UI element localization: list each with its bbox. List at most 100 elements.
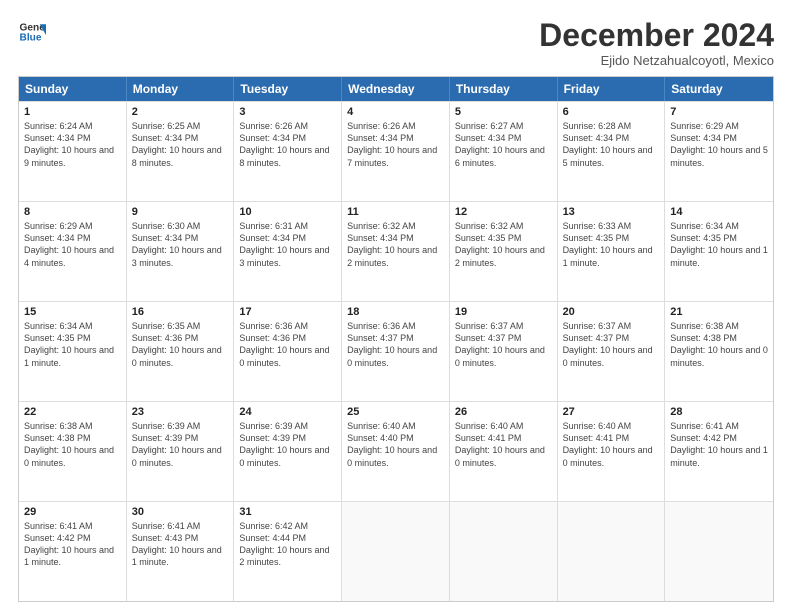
day-info: Sunrise: 6:34 AMSunset: 4:35 PMDaylight:…	[24, 320, 121, 369]
calendar: SundayMondayTuesdayWednesdayThursdayFrid…	[18, 76, 774, 602]
month-title: December 2024	[539, 18, 774, 53]
day-header-sunday: Sunday	[19, 77, 127, 101]
cal-cell: 12 Sunrise: 6:32 AMSunset: 4:35 PMDayligh…	[450, 202, 558, 301]
day-info: Sunrise: 6:40 AMSunset: 4:40 PMDaylight:…	[347, 420, 444, 469]
day-number: 22	[24, 406, 121, 418]
day-number: 8	[24, 206, 121, 218]
day-number: 5	[455, 106, 552, 118]
cal-cell: 6 Sunrise: 6:28 AMSunset: 4:34 PMDaylight…	[558, 102, 666, 201]
day-info: Sunrise: 6:38 AMSunset: 4:38 PMDaylight:…	[24, 420, 121, 469]
day-info: Sunrise: 6:41 AMSunset: 4:43 PMDaylight:…	[132, 520, 229, 569]
day-header-saturday: Saturday	[665, 77, 773, 101]
day-info: Sunrise: 6:32 AMSunset: 4:35 PMDaylight:…	[455, 220, 552, 269]
day-info: Sunrise: 6:40 AMSunset: 4:41 PMDaylight:…	[563, 420, 660, 469]
cal-cell: 4 Sunrise: 6:26 AMSunset: 4:34 PMDaylight…	[342, 102, 450, 201]
day-header-friday: Friday	[558, 77, 666, 101]
cal-cell: 13 Sunrise: 6:33 AMSunset: 4:35 PMDayligh…	[558, 202, 666, 301]
day-number: 19	[455, 306, 552, 318]
cal-cell: 9Sunrise: 6:30 AMSunset: 4:34 PMDaylight…	[127, 202, 235, 301]
day-info: Sunrise: 6:28 AMSunset: 4:34 PMDaylight:…	[563, 120, 660, 169]
cal-week: 22 Sunrise: 6:38 AMSunset: 4:38 PMDayligh…	[19, 401, 773, 501]
cal-cell: 30 Sunrise: 6:41 AMSunset: 4:43 PMDayligh…	[127, 502, 235, 601]
cal-cell: 26 Sunrise: 6:40 AMSunset: 4:41 PMDayligh…	[450, 402, 558, 501]
day-number: 14	[670, 206, 768, 218]
day-number: 29	[24, 506, 121, 518]
cal-cell: 23Sunrise: 6:39 AMSunset: 4:39 PMDayligh…	[127, 402, 235, 501]
day-number: 15	[24, 306, 121, 318]
day-info: Sunrise: 6:25 AMSunset: 4:34 PMDaylight:…	[132, 120, 229, 169]
day-info: Sunrise: 6:37 AMSunset: 4:37 PMDaylight:…	[455, 320, 552, 369]
cal-cell: 17 Sunrise: 6:36 AMSunset: 4:36 PMDayligh…	[234, 302, 342, 401]
cal-cell: 7 Sunrise: 6:29 AMSunset: 4:34 PMDaylight…	[665, 102, 773, 201]
day-info: Sunrise: 6:31 AMSunset: 4:34 PMDaylight:…	[239, 220, 336, 269]
day-info: Sunrise: 6:41 AMSunset: 4:42 PMDaylight:…	[24, 520, 121, 569]
day-number: 16	[132, 306, 229, 318]
day-number: 11	[347, 206, 444, 218]
day-number: 26	[455, 406, 552, 418]
cal-cell	[342, 502, 450, 601]
day-number: 28	[670, 406, 768, 418]
title-block: December 2024 Ejido Netzahualcoyotl, Mex…	[539, 18, 774, 68]
day-number: 21	[670, 306, 768, 318]
svg-text:Blue: Blue	[20, 33, 42, 44]
calendar-header: SundayMondayTuesdayWednesdayThursdayFrid…	[19, 77, 773, 101]
day-info: Sunrise: 6:30 AMSunset: 4:34 PMDaylight:…	[132, 220, 229, 269]
cal-cell: 21 Sunrise: 6:38 AMSunset: 4:38 PMDayligh…	[665, 302, 773, 401]
day-number: 31	[239, 506, 336, 518]
logo: General Blue	[18, 18, 46, 46]
cal-cell	[450, 502, 558, 601]
day-info: Sunrise: 6:39 AMSunset: 4:39 PMDaylight:…	[239, 420, 336, 469]
day-number: 1	[24, 106, 121, 118]
cal-cell: 14Sunrise: 6:34 AMSunset: 4:35 PMDayligh…	[665, 202, 773, 301]
cal-cell: 27 Sunrise: 6:40 AMSunset: 4:41 PMDayligh…	[558, 402, 666, 501]
day-info: Sunrise: 6:27 AMSunset: 4:34 PMDaylight:…	[455, 120, 552, 169]
cal-cell: 31Sunrise: 6:42 AMSunset: 4:44 PMDayligh…	[234, 502, 342, 601]
day-number: 4	[347, 106, 444, 118]
cal-cell: 25Sunrise: 6:40 AMSunset: 4:40 PMDayligh…	[342, 402, 450, 501]
cal-cell: 18Sunrise: 6:36 AMSunset: 4:37 PMDayligh…	[342, 302, 450, 401]
day-info: Sunrise: 6:37 AMSunset: 4:37 PMDaylight:…	[563, 320, 660, 369]
cal-cell: 8 Sunrise: 6:29 AMSunset: 4:34 PMDaylight…	[19, 202, 127, 301]
cal-cell	[665, 502, 773, 601]
day-info: Sunrise: 6:26 AMSunset: 4:34 PMDaylight:…	[347, 120, 444, 169]
logo-icon: General Blue	[18, 18, 46, 46]
cal-cell: 28 Sunrise: 6:41 AMSunset: 4:42 PMDayligh…	[665, 402, 773, 501]
day-number: 12	[455, 206, 552, 218]
day-info: Sunrise: 6:40 AMSunset: 4:41 PMDaylight:…	[455, 420, 552, 469]
cal-cell: 15 Sunrise: 6:34 AMSunset: 4:35 PMDayligh…	[19, 302, 127, 401]
day-info: Sunrise: 6:33 AMSunset: 4:35 PMDaylight:…	[563, 220, 660, 269]
day-info: Sunrise: 6:29 AMSunset: 4:34 PMDaylight:…	[24, 220, 121, 269]
day-info: Sunrise: 6:29 AMSunset: 4:34 PMDaylight:…	[670, 120, 768, 169]
day-number: 6	[563, 106, 660, 118]
day-number: 20	[563, 306, 660, 318]
day-number: 30	[132, 506, 229, 518]
day-number: 27	[563, 406, 660, 418]
day-number: 3	[239, 106, 336, 118]
day-number: 2	[132, 106, 229, 118]
cal-week: 8 Sunrise: 6:29 AMSunset: 4:34 PMDaylight…	[19, 201, 773, 301]
day-number: 10	[239, 206, 336, 218]
cal-cell	[558, 502, 666, 601]
day-info: Sunrise: 6:26 AMSunset: 4:34 PMDaylight:…	[239, 120, 336, 169]
cal-cell: 19 Sunrise: 6:37 AMSunset: 4:37 PMDayligh…	[450, 302, 558, 401]
day-number: 7	[670, 106, 768, 118]
cal-week: 29 Sunrise: 6:41 AMSunset: 4:42 PMDayligh…	[19, 501, 773, 601]
day-header-tuesday: Tuesday	[234, 77, 342, 101]
day-info: Sunrise: 6:24 AMSunset: 4:34 PMDaylight:…	[24, 120, 121, 169]
cal-cell: 20 Sunrise: 6:37 AMSunset: 4:37 PMDayligh…	[558, 302, 666, 401]
day-info: Sunrise: 6:36 AMSunset: 4:36 PMDaylight:…	[239, 320, 336, 369]
day-number: 23	[132, 406, 229, 418]
day-info: Sunrise: 6:32 AMSunset: 4:34 PMDaylight:…	[347, 220, 444, 269]
day-header-monday: Monday	[127, 77, 235, 101]
day-info: Sunrise: 6:38 AMSunset: 4:38 PMDaylight:…	[670, 320, 768, 369]
cal-cell: 11 Sunrise: 6:32 AMSunset: 4:34 PMDayligh…	[342, 202, 450, 301]
page: General Blue December 2024 Ejido Netzahu…	[0, 0, 792, 612]
day-number: 17	[239, 306, 336, 318]
cal-cell: 10 Sunrise: 6:31 AMSunset: 4:34 PMDayligh…	[234, 202, 342, 301]
subtitle: Ejido Netzahualcoyotl, Mexico	[539, 53, 774, 68]
day-number: 13	[563, 206, 660, 218]
day-header-wednesday: Wednesday	[342, 77, 450, 101]
cal-cell: 2 Sunrise: 6:25 AMSunset: 4:34 PMDaylight…	[127, 102, 235, 201]
calendar-body: 1 Sunrise: 6:24 AMSunset: 4:34 PMDaylight…	[19, 101, 773, 601]
day-info: Sunrise: 6:41 AMSunset: 4:42 PMDaylight:…	[670, 420, 768, 469]
